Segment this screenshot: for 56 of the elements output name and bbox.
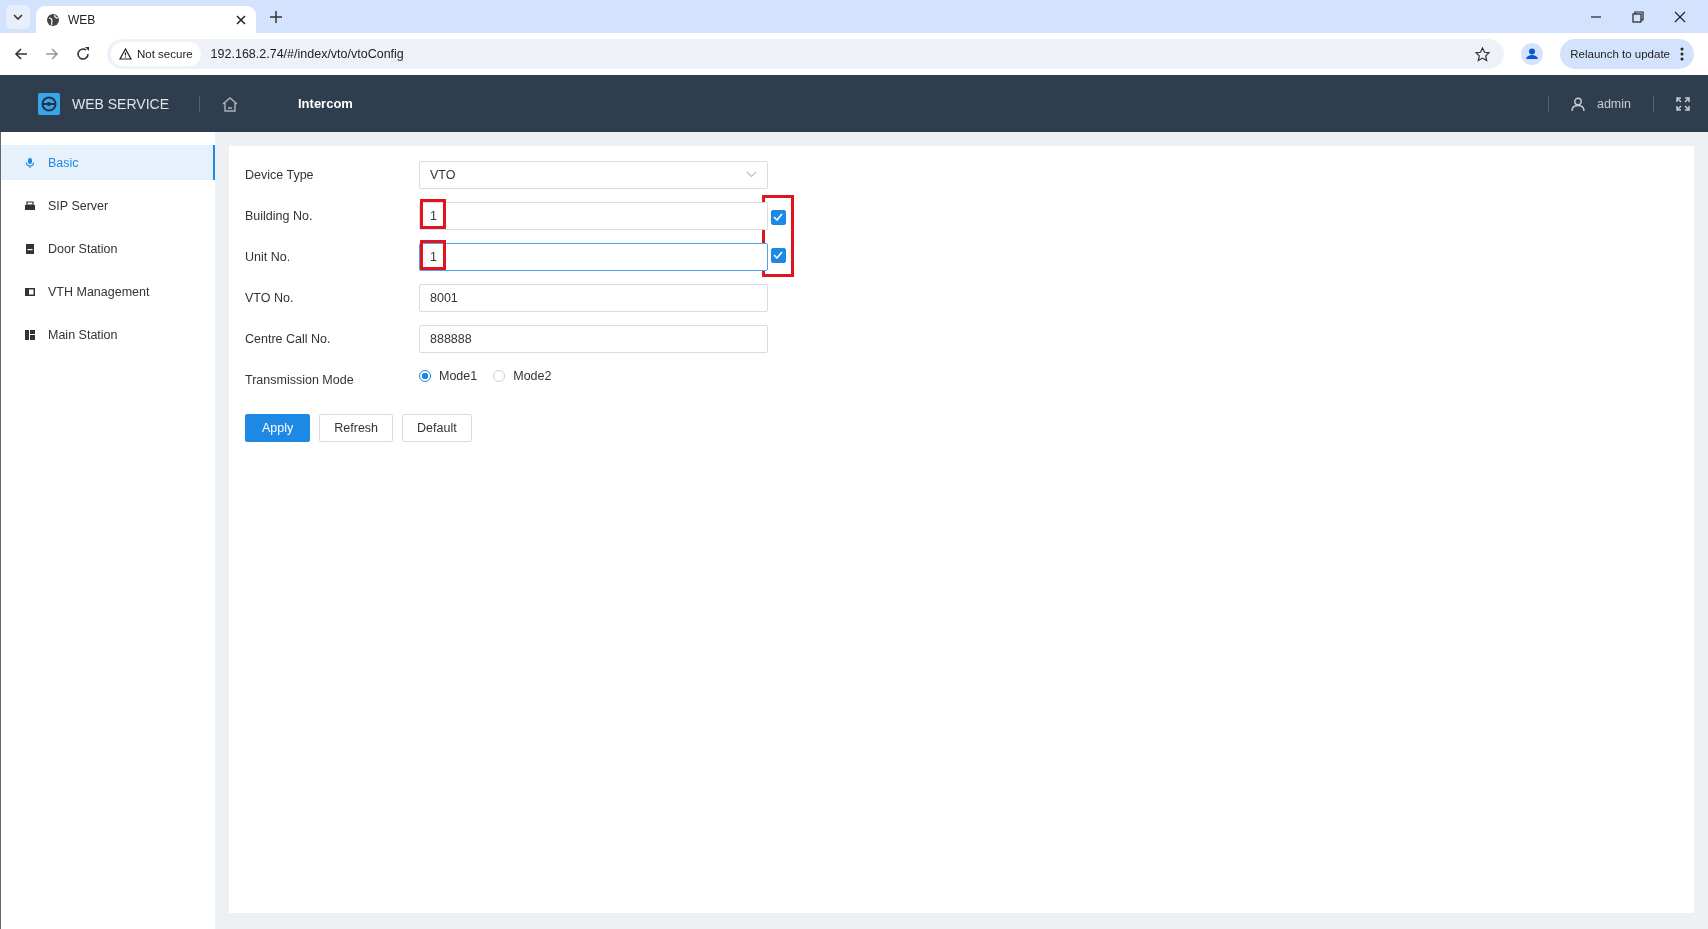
input-field[interactable]: 888888 — [419, 324, 768, 353]
close-icon[interactable] — [236, 14, 246, 25]
sidebar-item[interactable]: Main Station — [1, 317, 215, 352]
security-label: Not secure — [137, 48, 193, 60]
sidebar-item[interactable]: Door Station — [1, 231, 215, 266]
radio-option[interactable]: Mode2 — [493, 368, 552, 383]
more-icon — [1680, 47, 1684, 61]
reload-icon[interactable] — [76, 47, 90, 61]
logo-icon — [38, 92, 60, 115]
sidebar-item[interactable]: VTH Management — [1, 274, 215, 309]
chevron-down-icon — [13, 13, 23, 20]
checkbox[interactable] — [770, 209, 786, 225]
user-name[interactable]: admin — [1596, 96, 1631, 111]
security-chip[interactable]: Not secure — [111, 42, 201, 66]
star-icon[interactable] — [1475, 46, 1491, 62]
input-field[interactable]: 1 — [419, 201, 768, 230]
close-icon[interactable] — [1674, 10, 1686, 23]
new-tab-icon[interactable] — [270, 10, 282, 23]
section-title[interactable]: Intercom — [298, 96, 353, 111]
profile-icon[interactable] — [1521, 43, 1544, 65]
address-bar[interactable]: Not secure 192.168.2.74/#/index/vto/vtoConfig — [107, 39, 1505, 69]
printer-icon — [25, 200, 35, 211]
fullscreen-icon[interactable] — [1676, 96, 1690, 111]
device-type-dropdown[interactable]: VTO — [419, 160, 768, 189]
tab-list-button[interactable] — [6, 4, 30, 29]
sidebar-item[interactable]: SIP Server — [1, 188, 215, 223]
field-label: Device Type — [245, 167, 315, 182]
relaunch-button[interactable]: Relaunch to update — [1560, 39, 1694, 69]
restore-icon[interactable] — [1632, 10, 1644, 23]
grid-icon — [25, 329, 35, 340]
field-label: Unit No. — [245, 249, 292, 264]
input-field[interactable]: 8001 — [419, 283, 768, 312]
field-label: Transmission Mode — [245, 372, 355, 387]
checkbox[interactable] — [770, 247, 786, 263]
form-button[interactable]: Default — [402, 414, 472, 442]
field-label: VTO No. — [245, 290, 295, 305]
tab-title: WEB — [68, 12, 97, 27]
radio-option[interactable]: Mode1 — [419, 368, 478, 383]
form-button[interactable]: Refresh — [319, 414, 394, 442]
browser-tab[interactable]: WEB — [36, 6, 256, 33]
url-text: 192.168.2.74/#/index/vto/vtoConfig — [210, 47, 405, 61]
card-icon — [25, 286, 35, 297]
user-icon — [1570, 96, 1585, 111]
home-icon[interactable] — [222, 95, 238, 112]
chevron-down-icon — [746, 171, 757, 178]
forward-icon[interactable] — [45, 47, 59, 61]
input-field[interactable]: 1 — [419, 242, 768, 271]
brand-name: WEB SERVICE — [72, 95, 169, 112]
warning-icon — [119, 48, 132, 60]
back-icon[interactable] — [14, 47, 28, 61]
field-label: Centre Call No. — [245, 331, 332, 346]
field-label: Building No. — [245, 208, 314, 223]
door-icon — [25, 243, 35, 254]
globe-icon — [46, 12, 60, 27]
mic-icon — [25, 157, 35, 168]
apply-button[interactable]: Apply — [245, 414, 311, 442]
